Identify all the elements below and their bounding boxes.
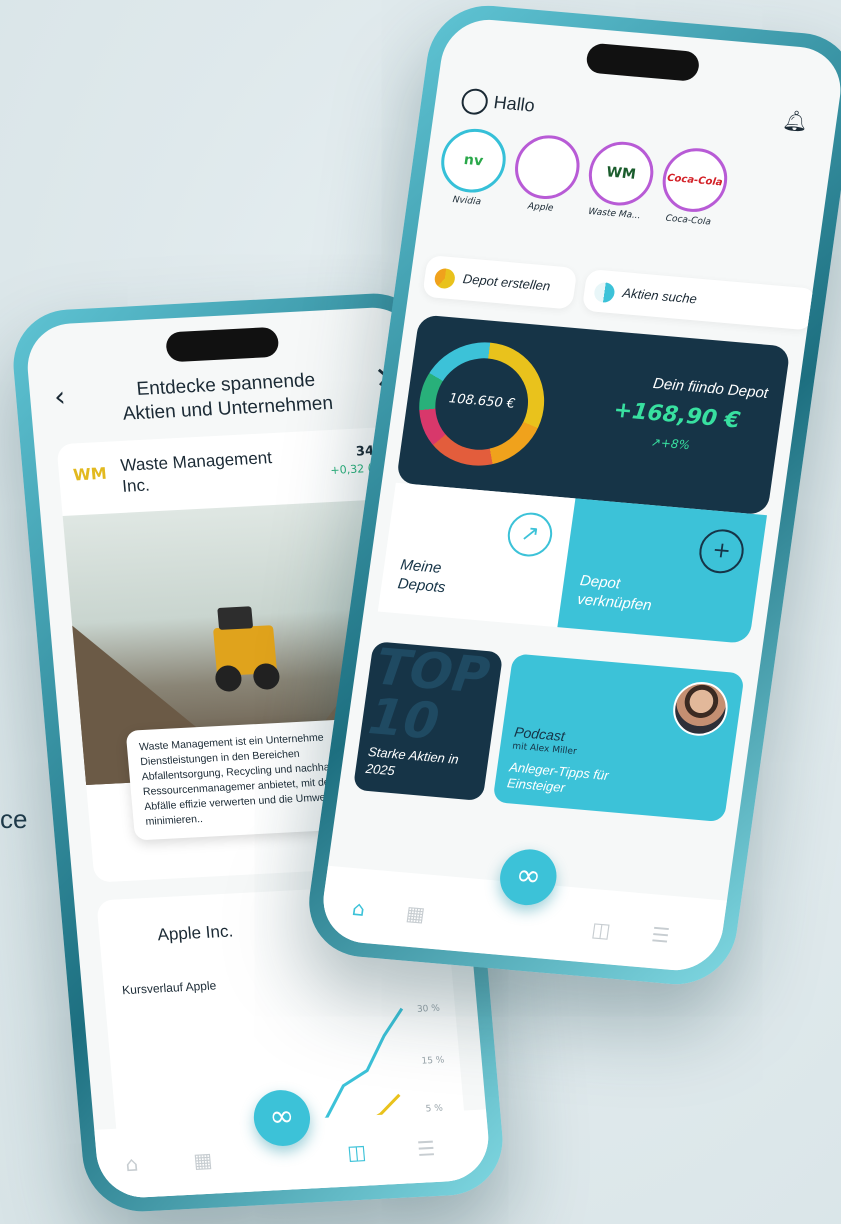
podcast-subtitle: mit Alex Miller bbox=[511, 741, 578, 758]
story-waste-management[interactable]: WM Waste Ma... bbox=[583, 139, 658, 222]
wm-logo-text: WM bbox=[72, 463, 108, 485]
podcast-title: Podcast bbox=[513, 723, 566, 745]
story-nvidia[interactable]: nv Nvidia bbox=[435, 126, 510, 209]
arrow-up-right-icon: ↗ bbox=[504, 510, 555, 559]
dynamic-island bbox=[165, 326, 280, 363]
my-depots-tile[interactable]: ↗ Meine Depots bbox=[377, 482, 576, 628]
pill-label: Depot erstellen bbox=[461, 271, 552, 294]
create-depot-button[interactable]: Depot erstellen bbox=[422, 254, 578, 310]
podcast-card[interactable]: Podcast mit Alex Miller Anleger-Tipps fü… bbox=[492, 653, 745, 823]
promo-title: Starke Aktien in 2025 bbox=[364, 744, 460, 779]
user-icon[interactable] bbox=[459, 87, 490, 116]
home-icon[interactable]: ⌂ bbox=[351, 896, 367, 921]
depot-title: Dein fiindo Depot bbox=[651, 375, 770, 402]
depot-percent: ↗+8% bbox=[649, 434, 691, 453]
grid-icon[interactable]: ▦ bbox=[404, 901, 426, 926]
tick-label: 15 % bbox=[421, 1055, 445, 1066]
top10-card[interactable]: TOP 10 Starke Aktien in 2025 bbox=[352, 641, 504, 802]
story-label: Waste Ma... bbox=[587, 206, 642, 222]
menu-icon[interactable]: ☰ bbox=[416, 1136, 436, 1161]
bell-icon[interactable]: 🔔︎ bbox=[781, 108, 810, 134]
plus-icon: + bbox=[696, 527, 747, 576]
avatar bbox=[669, 679, 732, 738]
stock-stories: nv Nvidia Apple WM Waste Ma... Coca-Cola… bbox=[432, 126, 831, 259]
depot-gain: +168,90 € bbox=[612, 397, 742, 434]
greeting: Hallo bbox=[459, 87, 537, 120]
tile-title: Depot verknüpfen bbox=[576, 572, 653, 615]
coca-cola-logo-icon: Coca-Cola bbox=[658, 145, 732, 215]
tile-title: Meine Depots bbox=[396, 556, 447, 597]
story-label: Nvidia bbox=[451, 195, 482, 208]
story-logo: WM bbox=[605, 164, 637, 183]
depot-card[interactable]: 108.650 € Dein fiindo Depot +168,90 € ↗+… bbox=[395, 314, 791, 516]
apps-icon[interactable]: ◫ bbox=[346, 1140, 367, 1165]
dynamic-island bbox=[584, 42, 701, 82]
nvidia-logo-icon: nv bbox=[437, 126, 510, 196]
podcast-tips: Anleger-Tipps für Einsteiger bbox=[506, 759, 610, 796]
story-apple[interactable]: Apple bbox=[509, 132, 584, 216]
wm-logo: WM bbox=[72, 464, 107, 485]
story-coca-cola[interactable]: Coca-Cola Coca-Cola bbox=[657, 145, 732, 229]
company-name: Apple Inc. bbox=[156, 921, 234, 945]
apps-icon[interactable]: ◫ bbox=[590, 917, 612, 942]
story-logo: Coca-Cola bbox=[666, 172, 724, 188]
story-label: Coca-Cola bbox=[664, 213, 712, 228]
pill-label: Aktien suche bbox=[621, 285, 698, 307]
link-depot-tile[interactable]: + Depot verknüpfen bbox=[557, 498, 767, 644]
apple-logo-icon bbox=[510, 132, 584, 202]
story-label: Apple bbox=[527, 201, 555, 214]
company-name: Waste Management Inc. bbox=[119, 448, 273, 496]
tick-label: 30 % bbox=[417, 1004, 441, 1015]
greeting-text: Hallo bbox=[492, 92, 537, 116]
donut-icon bbox=[433, 267, 457, 289]
wm-logo-icon: WM bbox=[584, 139, 658, 209]
story-logo: nv bbox=[462, 151, 485, 170]
chart-label: Kursverlauf Apple bbox=[121, 978, 217, 998]
page-title: Entdecke spannende Aktien und Unternehme… bbox=[29, 363, 425, 431]
home-icon[interactable]: ⌂ bbox=[124, 1152, 139, 1177]
search-icon bbox=[593, 281, 616, 303]
search-stocks-button[interactable]: Aktien suche bbox=[581, 268, 817, 331]
stray-text: ce bbox=[0, 804, 28, 834]
menu-icon[interactable]: ☰ bbox=[650, 922, 671, 947]
grid-icon[interactable]: ▦ bbox=[192, 1148, 213, 1173]
top10-text: TOP 10 bbox=[365, 641, 494, 751]
